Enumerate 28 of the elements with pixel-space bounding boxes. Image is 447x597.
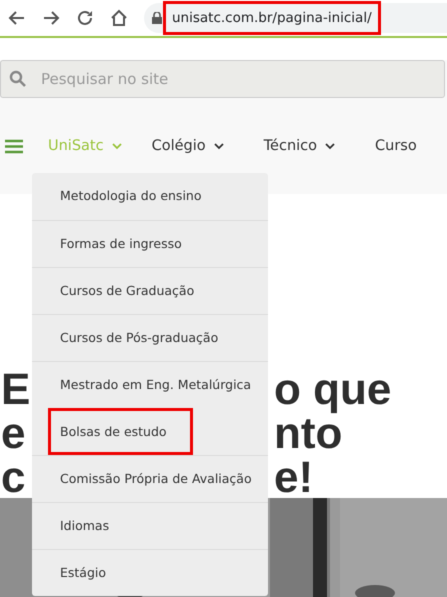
menu-item[interactable]: Idiomas bbox=[32, 502, 268, 549]
home-icon[interactable] bbox=[110, 9, 128, 27]
heading-text: e! bbox=[274, 456, 314, 500]
menu-icon[interactable] bbox=[4, 139, 24, 154]
search-icon bbox=[9, 70, 27, 88]
menu-item[interactable]: Bolsas de estudo bbox=[48, 408, 193, 455]
menu-item[interactable]: Comissão Própria de Avaliação bbox=[32, 455, 268, 502]
forward-icon[interactable] bbox=[42, 9, 60, 27]
url-text: unisatc.com.br/pagina-inicial/ bbox=[166, 4, 378, 32]
nav-tab[interactable]: Curso bbox=[375, 136, 417, 158]
menu-item[interactable]: Cursos de Graduação bbox=[32, 267, 268, 314]
chevron-down-icon bbox=[214, 143, 224, 150]
menu-item[interactable]: Formas de ingresso bbox=[32, 220, 268, 267]
menu-item[interactable]: Metodologia do ensino bbox=[32, 173, 268, 220]
reload-icon[interactable] bbox=[76, 9, 94, 27]
search-field[interactable]: Pesquisar no site bbox=[0, 60, 445, 98]
menu-item[interactable]: Estágio bbox=[32, 549, 268, 596]
address-bar[interactable]: unisatc.com.br/pagina-inicial/ bbox=[144, 3, 447, 33]
nav-tab[interactable]: Colégio bbox=[152, 136, 224, 158]
menu-item[interactable]: Mestrado em Eng. Metalúrgica bbox=[32, 361, 268, 408]
nav-tab[interactable]: Técnico bbox=[264, 136, 336, 158]
heading-text: nto bbox=[274, 412, 342, 456]
back-icon[interactable] bbox=[8, 9, 26, 27]
menu-item[interactable]: Cursos de Pós-graduação bbox=[32, 314, 268, 361]
chevron-down-icon bbox=[325, 143, 336, 150]
lock-icon bbox=[152, 12, 162, 24]
heading-text: o que bbox=[274, 368, 392, 412]
chevron-down-icon bbox=[112, 143, 122, 150]
